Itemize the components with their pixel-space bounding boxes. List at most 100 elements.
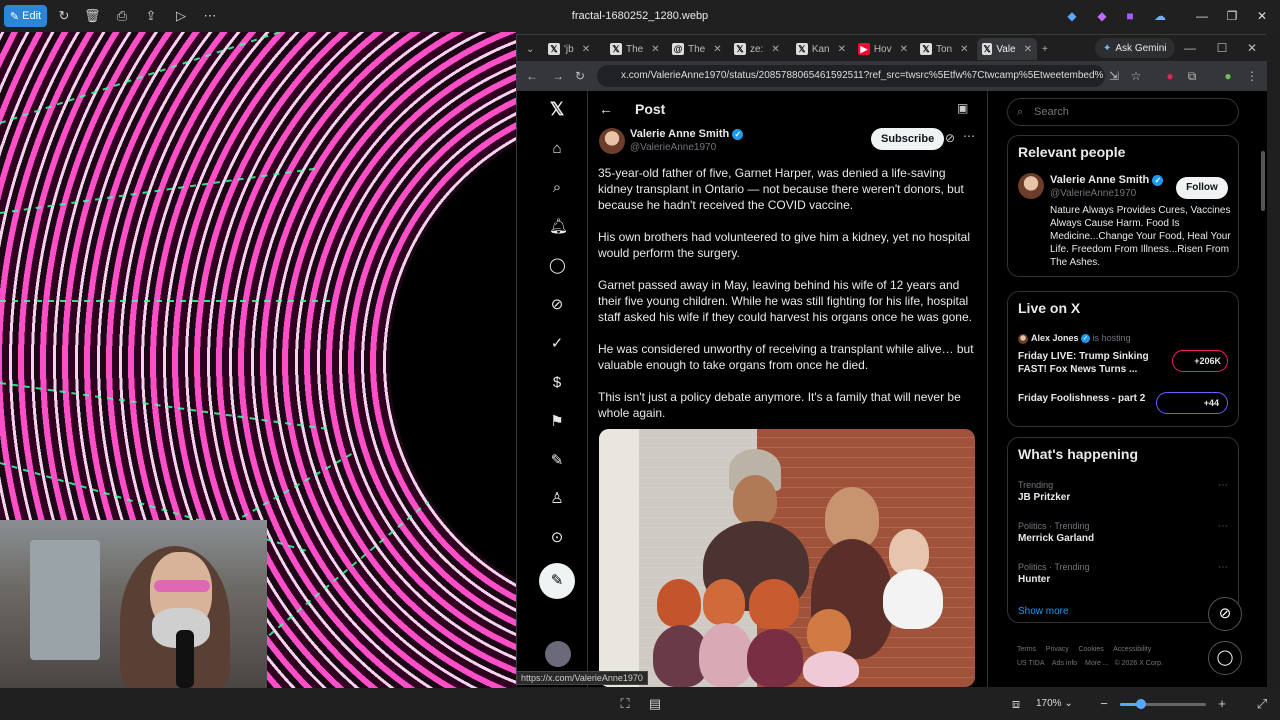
- zoom-in-icon[interactable]: +: [1214, 696, 1230, 712]
- tab-close-icon[interactable]: ✕: [960, 44, 968, 55]
- trend-topic[interactable]: JB Pritzker: [1018, 492, 1070, 503]
- footer-link[interactable]: Terms: [1017, 646, 1036, 653]
- fit-icon[interactable]: ⛶: [617, 696, 633, 712]
- profile-icon[interactable]: ●: [1221, 69, 1235, 83]
- bookmarks-icon[interactable]: ⚑: [549, 414, 565, 430]
- author-handle[interactable]: @ValerieAnne1970: [630, 142, 716, 153]
- tab-close-icon[interactable]: ✕: [713, 44, 721, 55]
- relevant-avatar[interactable]: [1018, 173, 1044, 199]
- post-more-icon[interactable]: ⋯: [963, 129, 975, 143]
- back-icon[interactable]: ←: [525, 69, 539, 83]
- footer-link[interactable]: Cookies: [1078, 646, 1103, 653]
- trend-topic[interactable]: Hunter: [1018, 574, 1050, 585]
- search-input[interactable]: ⌕ Search: [1007, 98, 1239, 126]
- communities-icon[interactable]: ✎: [549, 453, 565, 469]
- trend-topic[interactable]: Merrick Garland: [1018, 533, 1094, 544]
- messages-icon[interactable]: ◯: [549, 258, 566, 274]
- footer-link[interactable]: Ads info: [1052, 660, 1077, 667]
- tab-5[interactable]: 𝕏 Kan ✕: [791, 38, 851, 60]
- tab-8-active[interactable]: 𝕏 Vale ✕: [977, 38, 1037, 60]
- extension-icon[interactable]: ●: [1163, 69, 1177, 83]
- footer-link[interactable]: US TIDA: [1017, 660, 1045, 667]
- explore-search-icon[interactable]: ⌕: [549, 180, 565, 196]
- trend-more-icon[interactable]: ⋯: [1218, 480, 1228, 491]
- account-avatar[interactable]: [545, 641, 571, 667]
- back-arrow-icon[interactable]: ←: [599, 101, 613, 117]
- tab-close-icon[interactable]: ✕: [838, 44, 846, 55]
- tab-close-icon[interactable]: ✕: [582, 44, 590, 55]
- more-circle-icon[interactable]: ⊙: [549, 530, 565, 546]
- author-avatar[interactable]: [599, 128, 625, 154]
- show-more-link[interactable]: Show more: [1018, 606, 1069, 617]
- footer-link[interactable]: Accessibility: [1113, 646, 1151, 653]
- tray-icon-4[interactable]: ☁: [1152, 8, 1168, 24]
- tab-list-button[interactable]: ⌄: [521, 38, 539, 60]
- host-row[interactable]: Alex Jones ✓ is hosting: [1031, 333, 1131, 344]
- home-icon[interactable]: ⌂: [549, 141, 565, 157]
- verified-orgs-icon[interactable]: ✓: [549, 336, 565, 352]
- page-scrollbar[interactable]: [1261, 151, 1265, 211]
- forward-icon[interactable]: →: [551, 69, 565, 83]
- relevant-handle[interactable]: @ValerieAnne1970: [1050, 188, 1136, 199]
- tab-close-icon[interactable]: ✕: [771, 44, 779, 55]
- tray-icon-3[interactable]: ■: [1122, 8, 1138, 24]
- compose-post-button[interactable]: ✎: [539, 563, 575, 599]
- monetization-icon[interactable]: $: [549, 375, 565, 391]
- profile-person-icon[interactable]: ♙: [549, 491, 565, 507]
- browser-menu-icon[interactable]: ⋮: [1245, 69, 1259, 83]
- zoom-out-icon[interactable]: −: [1096, 696, 1112, 712]
- details-icon[interactable]: ▤: [647, 696, 663, 712]
- live-listeners-badge[interactable]: +44: [1156, 392, 1228, 414]
- reader-mode-icon[interactable]: ▣: [957, 101, 968, 115]
- notifications-bell-icon[interactable]: 🔔︎: [549, 219, 568, 235]
- grok-explain-icon[interactable]: ⊘: [945, 131, 955, 145]
- close-icon[interactable]: ✕: [1254, 8, 1270, 24]
- fullscreen-icon[interactable]: ⤢: [1254, 696, 1270, 712]
- install-icon[interactable]: ⇲: [1107, 69, 1121, 83]
- live-item-title[interactable]: Friday LIVE: Trump Sinking FAST! Fox New…: [1018, 350, 1168, 376]
- tab-3[interactable]: @ The ✕: [667, 38, 727, 60]
- zoom-level[interactable]: 170% ⌄: [1036, 698, 1073, 709]
- messages-fab-icon[interactable]: ◯: [1208, 641, 1242, 675]
- delete-icon[interactable]: 🗑: [84, 8, 101, 24]
- browser-minimize-icon[interactable]: —: [1183, 41, 1197, 55]
- minimize-icon[interactable]: —: [1194, 8, 1210, 24]
- post-photo[interactable]: [599, 429, 975, 687]
- author-name-row[interactable]: Valerie Anne Smith ✓: [630, 128, 744, 140]
- tab-1[interactable]: 𝕏'jb ✕: [543, 38, 603, 60]
- new-tab-button[interactable]: +: [1037, 38, 1053, 60]
- browser-maximize-icon[interactable]: ☐: [1215, 41, 1229, 55]
- bookmark-star-icon[interactable]: ☆: [1129, 69, 1143, 83]
- tray-icon-2[interactable]: ◆: [1094, 8, 1110, 24]
- relevant-name-row[interactable]: Valerie Anne Smith ✓: [1050, 174, 1164, 186]
- print-icon[interactable]: ⎙: [114, 8, 130, 24]
- zoom-slider-thumb[interactable]: [1136, 699, 1146, 709]
- live-listeners-badge[interactable]: +206K: [1172, 350, 1228, 372]
- tab-4[interactable]: 𝕏ze: ✕: [729, 38, 789, 60]
- tab-close-icon[interactable]: ✕: [651, 44, 659, 55]
- zoom-slider[interactable]: [1120, 699, 1206, 709]
- follow-button[interactable]: Follow: [1176, 177, 1228, 199]
- grok-fab-icon[interactable]: ⊘: [1208, 597, 1242, 631]
- browser-close-icon[interactable]: ✕: [1245, 41, 1259, 55]
- slideshow-icon[interactable]: ▷: [173, 8, 189, 24]
- tab-close-icon[interactable]: ✕: [900, 44, 908, 55]
- footer-link[interactable]: Privacy: [1046, 646, 1069, 653]
- share-icon[interactable]: ⇪: [143, 8, 159, 24]
- actual-size-icon[interactable]: ⧈: [1008, 696, 1024, 712]
- more-icon[interactable]: ⋯: [202, 8, 218, 24]
- footer-link[interactable]: More ...: [1085, 660, 1109, 667]
- extensions-puzzle-icon[interactable]: ⧉: [1185, 69, 1199, 83]
- tab-6[interactable]: ▶ Hov ✕: [853, 38, 913, 60]
- author-name[interactable]: Valerie Anne Smith: [630, 128, 729, 140]
- x-logo-icon[interactable]: 𝕏: [549, 100, 565, 118]
- tab-7[interactable]: 𝕏 Ton ✕: [915, 38, 975, 60]
- subscribe-button[interactable]: Subscribe: [871, 128, 945, 150]
- tab-2[interactable]: 𝕏 The ✕: [605, 38, 665, 60]
- live-item-title[interactable]: Friday Foolishness - part 2: [1018, 393, 1168, 404]
- tray-icon-1[interactable]: ◆: [1064, 8, 1080, 24]
- rotate-icon[interactable]: ↻: [56, 8, 72, 24]
- reload-icon[interactable]: ↻: [573, 69, 587, 83]
- edit-button[interactable]: ✎ Edit: [4, 5, 47, 27]
- restore-icon[interactable]: ❐: [1224, 8, 1240, 24]
